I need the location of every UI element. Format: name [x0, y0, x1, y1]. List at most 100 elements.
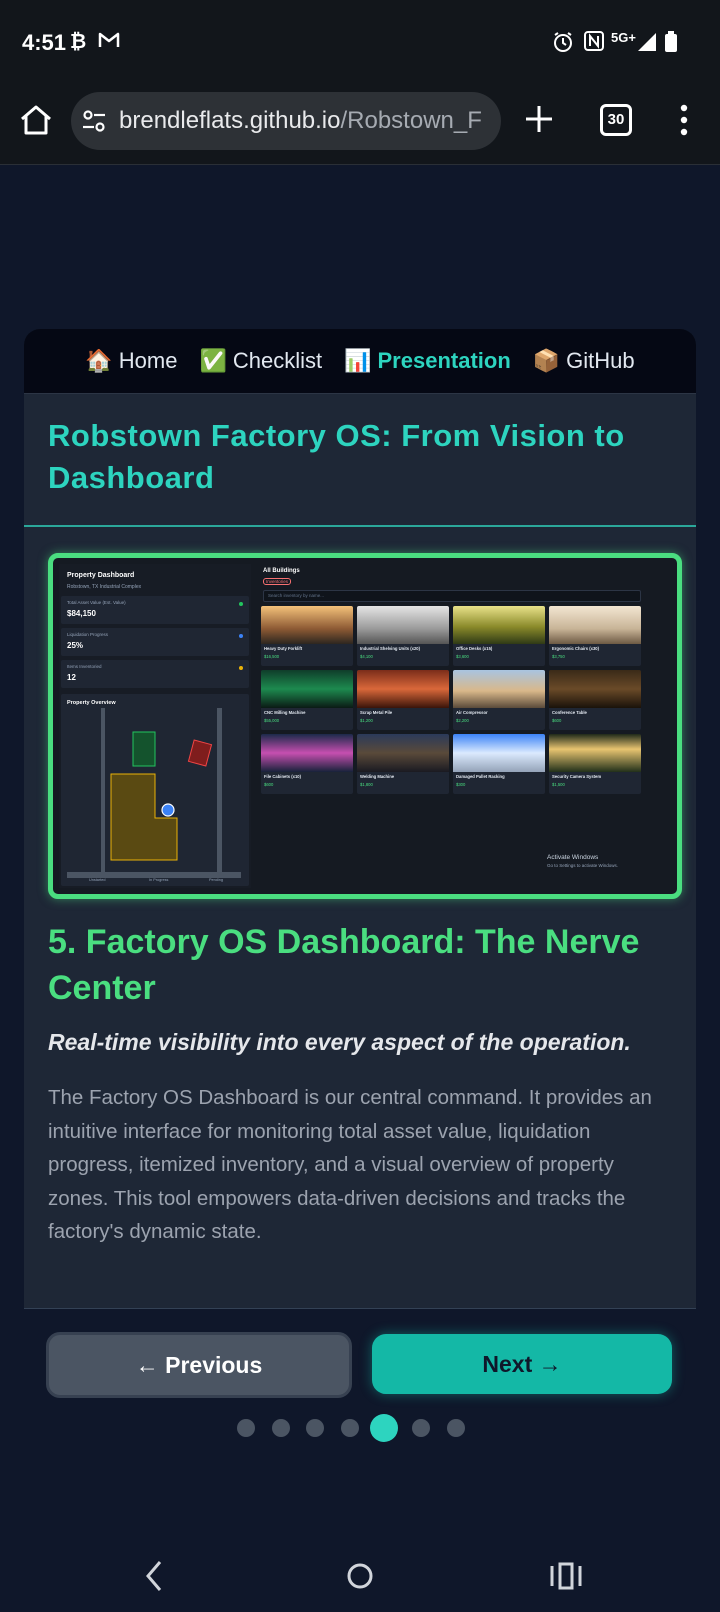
kpi-card: Total Asset Value (Est. Value) $84,150	[61, 596, 249, 624]
new-tab-icon[interactable]	[522, 102, 556, 136]
inventory-name: Welding Machine	[360, 774, 395, 779]
kpi-card: Items Inventoried 12	[61, 660, 249, 688]
slide-tagline: Real-time visibility into every aspect o…	[48, 1029, 631, 1055]
inventory-price: $2,200	[456, 718, 469, 723]
nav-presentation[interactable]: 📊 Presentation	[344, 348, 511, 374]
inventory-card: Damaged Pallet Racking $300	[453, 734, 545, 794]
property-overview-map: Property Overview Unstarted In Progress …	[61, 694, 249, 886]
inventory-name: Industrial Shelving Units (x20)	[360, 646, 421, 651]
all-buildings-title: All Buildings	[263, 568, 300, 574]
bitcoin-icon: ₿	[70, 31, 87, 53]
inventory-card: Ergonomic Chairs (x30) $3,750	[549, 606, 641, 666]
inventory-price: $1,800	[360, 782, 373, 787]
dashboard-subtitle: Robstown, TX Industrial Complex	[67, 584, 142, 590]
check-emoji-icon: ✅	[199, 348, 227, 373]
home-icon[interactable]	[18, 102, 54, 138]
inventory-image	[453, 734, 545, 772]
tab-switcher-button[interactable]: 30	[600, 104, 632, 136]
url-host: brendleflats.github.io	[119, 107, 341, 134]
inventory-panel: All Buildings Inventories Search invento…	[257, 564, 643, 888]
slide-dot[interactable]	[306, 1419, 325, 1437]
slide-dot[interactable]	[237, 1419, 255, 1437]
url-text: brendleflats.github.io/Robstown_F	[119, 107, 489, 135]
inventory-price: $55,000	[264, 718, 280, 723]
inventory-name: File Cabinets (x10)	[264, 774, 302, 779]
inventory-name: Heavy Duty Forklift	[264, 646, 303, 651]
kpi-label: Total Asset Value (Est. Value)	[67, 600, 126, 605]
next-button[interactable]: Next →	[372, 1334, 672, 1394]
inventory-price: $4,100	[360, 654, 373, 659]
inventory-card: File Cabinets (x10) $600	[261, 734, 353, 794]
site-nav: 🏠 Home ✅ Checklist 📊 Presentation 📦 GitHub	[24, 329, 696, 394]
inventory-name: Security Camera System	[552, 774, 602, 779]
kpi-card: Liquidation Progress 25%	[61, 628, 249, 656]
inventory-price: $1,200	[360, 718, 373, 723]
inventory-price: $1,500	[552, 782, 565, 787]
site-settings-icon[interactable]	[81, 108, 107, 134]
system-navigation-bar	[146, 1561, 582, 1591]
status-bar: 4:51 ₿ 5G+	[0, 0, 720, 88]
kpi-value: $84,150	[67, 609, 96, 618]
back-icon[interactable]	[146, 1561, 162, 1591]
slide-dot[interactable]	[370, 1414, 399, 1442]
inventory-card: Security Camera System $1,500	[549, 734, 641, 794]
nav-home[interactable]: 🏠 Home	[85, 348, 177, 374]
address-bar[interactable]: brendleflats.github.io/Robstown_F	[71, 92, 501, 150]
inventory-image	[549, 734, 641, 772]
windows-watermark: Activate Windows Go to Settings to activ…	[547, 854, 618, 870]
inventory-name: Ergonomic Chairs (x30)	[552, 646, 600, 651]
dashboard-sidebar: Property Dashboard Robstown, TX Industri…	[59, 564, 251, 888]
inventory-card: CNC Milling Machine $55,000	[261, 670, 353, 730]
inventory-name: Conference Table	[552, 710, 587, 715]
inventory-image	[357, 606, 449, 644]
inventory-name: Air Compressor	[456, 710, 488, 715]
property-map-svg	[67, 708, 241, 878]
legend-pending: Pending	[209, 878, 223, 882]
alarm-icon	[552, 31, 574, 59]
inventory-name: Scrap Metal Pile	[360, 710, 393, 715]
battery-icon	[664, 31, 678, 59]
inventory-card: Office Desks (x15) $3,600	[453, 606, 545, 666]
nav-checklist[interactable]: ✅ Checklist	[199, 348, 322, 374]
previous-button[interactable]: ← Previous	[46, 1332, 352, 1398]
nav-checklist-label: Checklist	[232, 348, 323, 373]
slide-dot[interactable]	[340, 1419, 359, 1437]
slide-indicator	[0, 1414, 720, 1442]
home-emoji-icon: 🏠	[85, 348, 113, 373]
inventory-image	[357, 734, 449, 772]
nav-github[interactable]: 📦 GitHub	[533, 348, 635, 374]
status-time: 4:51	[22, 30, 67, 55]
inventory-search: Search inventory by name...	[263, 590, 641, 602]
kpi-value: 25%	[67, 641, 84, 650]
inventory-image	[261, 734, 353, 772]
inventory-price: $600	[552, 718, 562, 723]
gmail-icon	[98, 31, 120, 55]
slide-dot[interactable]	[446, 1419, 465, 1437]
kpi-icon	[239, 634, 243, 638]
inventory-card: Scrap Metal Pile $1,200	[357, 670, 449, 730]
package-emoji-icon: 📦	[532, 348, 561, 373]
nfc-icon	[584, 31, 604, 57]
slide-dot[interactable]	[412, 1419, 430, 1437]
inventory-image	[453, 670, 545, 708]
kpi-label: Items Inventoried	[67, 664, 102, 669]
slide-dot[interactable]	[271, 1419, 290, 1437]
title-divider	[24, 525, 696, 527]
inventory-price: $600	[264, 782, 274, 787]
card-divider	[24, 1308, 696, 1309]
inventory-image	[357, 670, 449, 708]
legend-unstarted: Unstarted	[89, 878, 106, 882]
kpi-icon	[239, 666, 243, 670]
home-circle-icon[interactable]	[347, 1563, 373, 1589]
more-menu-icon[interactable]	[678, 100, 690, 140]
nav-github-label: GitHub	[566, 348, 635, 373]
recents-icon[interactable]	[550, 1562, 582, 1590]
inventory-price: $300	[456, 782, 466, 787]
slide-body: The Factory OS Dashboard is our central …	[48, 1086, 652, 1243]
presentation-card: 🏠 Home ✅ Checklist 📊 Presentation 📦 GitHub R…	[24, 329, 696, 1309]
presentation-title: Robstown Factory OS: From Vision to Dash…	[48, 418, 625, 495]
inventory-card: Industrial Shelving Units (x20) $4,100	[357, 606, 449, 666]
inventory-card: Conference Table $600	[549, 670, 641, 730]
watermark-subtitle: Go to Settings to activate Windows.	[547, 863, 619, 868]
kpi-label: Liquidation Progress	[67, 632, 109, 637]
